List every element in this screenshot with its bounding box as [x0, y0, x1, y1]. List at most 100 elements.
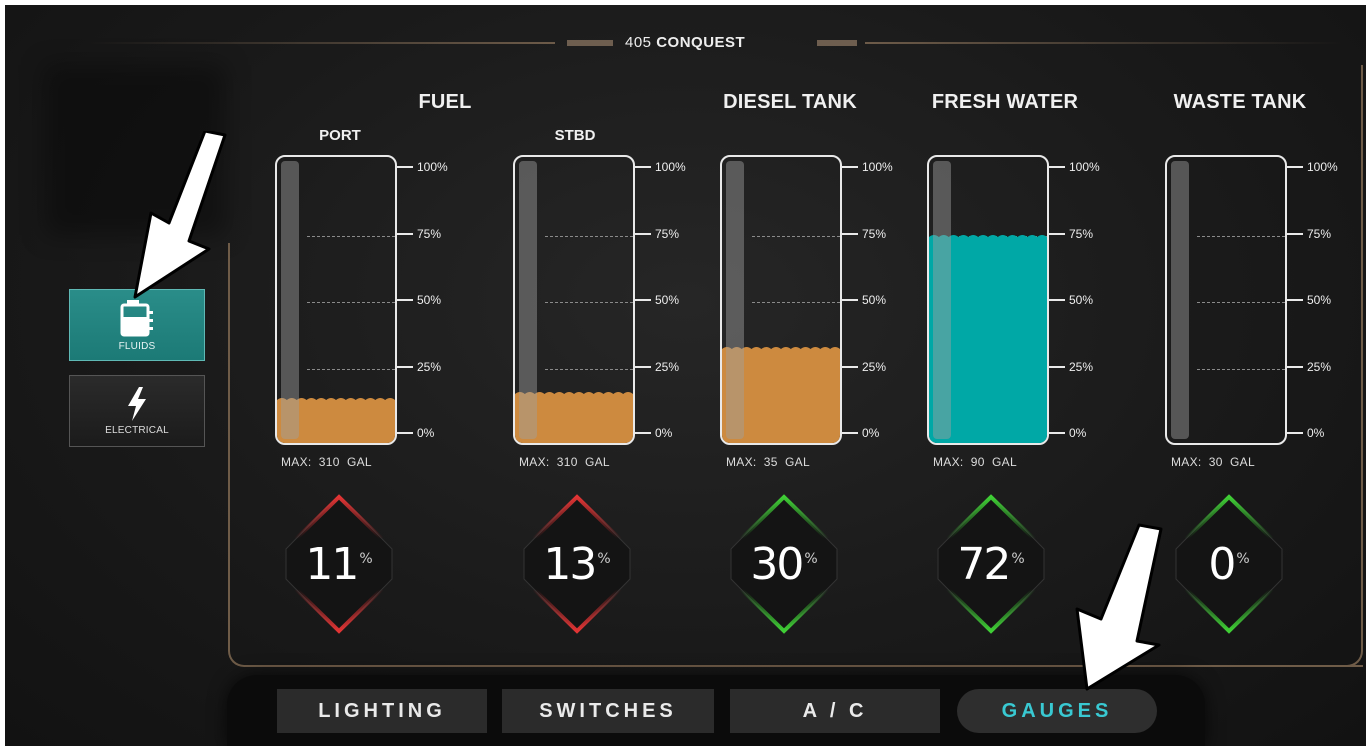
diesel-scale-tick: 25% [840, 360, 886, 374]
port-subheading: PORT [319, 127, 361, 144]
diesel-scale-tick: 0% [840, 426, 879, 440]
diesel-scale-tick: 75% [840, 227, 886, 241]
port-scale-tick: 0% [395, 426, 434, 440]
diesel-scale-label: 100% [862, 160, 893, 174]
diesel-max-capacity: MAX: 35 GAL [726, 455, 810, 469]
diesel-level-gridline [752, 302, 840, 303]
fresh-scale-label: 0% [1069, 426, 1087, 440]
fresh-scale-label: 25% [1069, 359, 1094, 374]
stbd-scale-label: 0% [655, 426, 673, 440]
port-tank-gauge: 100% 75% 50% 25% 0% MAX: 310 GAL [275, 155, 475, 485]
waste-scale-label: 50% [1307, 293, 1332, 307]
stbd-scale-label: 50% [655, 293, 680, 307]
waste-scale-label: 75% [1307, 226, 1332, 241]
stbd-level-readout: 13% [522, 493, 632, 635]
header-bar-left [567, 40, 613, 46]
title-model: CONQUEST [656, 34, 746, 51]
stbd-scale-label: 100% [655, 160, 686, 174]
title-prefix: 405 [625, 34, 652, 51]
fresh-scale-tick: 50% [1047, 293, 1093, 307]
port-scale-label: 75% [417, 226, 442, 241]
level-percent-value: 72% [957, 539, 1025, 590]
tab-gauges[interactable]: GAUGES [957, 689, 1157, 733]
port-level-gridline [307, 368, 395, 370]
gauges-screen: 405 CONQUEST FLUIDS ELECTRICAL FUEL DIES… [5, 5, 1366, 746]
fresh-water-level-readout: 72% [936, 493, 1046, 635]
fresh-scale-tick: 100% [1047, 160, 1100, 174]
stbd-subheading: STBD [554, 127, 596, 144]
fresh-scale-tick: 25% [1047, 360, 1093, 374]
port-max-capacity: MAX: 310 GAL [281, 455, 372, 469]
fresh-water-tank-gauge: 100% 75% 50% 25% 0% MAX: 90 GAL [927, 155, 1127, 485]
tab-switches[interactable]: SWITCHES [502, 689, 714, 733]
header-divider-left [85, 42, 555, 44]
port-scale-tick: 50% [395, 293, 441, 307]
port-scale-label: 25% [417, 359, 442, 374]
waste-max-capacity: MAX: 30 GAL [1171, 455, 1255, 469]
waste-level-gridline [1197, 302, 1285, 303]
waste-tank-gauge: 100% 75% 50% 25% 0% MAX: 30 GAL [1165, 155, 1365, 485]
stbd-scale-label: 75% [655, 226, 680, 241]
stbd-scale: 100% 75% 50% 25% 0% [633, 155, 713, 445]
waste-tank-heading: WASTE TANK [1173, 91, 1307, 113]
waste-scale-tick: 75% [1285, 227, 1331, 241]
fresh-water-heading: FRESH WATER [931, 91, 1079, 113]
port-level-gridline [307, 235, 395, 237]
port-sight-glass [281, 161, 299, 439]
waste-scale-label: 25% [1307, 359, 1332, 374]
side-shadow [45, 65, 225, 235]
stbd-scale-tick: 50% [633, 293, 679, 307]
header-divider-right [865, 42, 1345, 44]
diesel-scale-label: 0% [862, 426, 880, 440]
stbd-tank-gauge: 100% 75% 50% 25% 0% MAX: 310 GAL [513, 155, 713, 485]
stbd-level-gridline [545, 302, 633, 303]
diesel-level-gridline [752, 235, 840, 237]
waste-level-readout: 0% [1174, 493, 1284, 635]
port-level-gridline [307, 302, 395, 303]
stbd-scale-tick: 25% [633, 360, 679, 374]
diesel-sight-glass [726, 161, 744, 439]
fluids-label: FLUIDS [118, 340, 156, 352]
diesel-level-readout: 30% [729, 493, 839, 635]
waste-scale-tick: 50% [1285, 293, 1331, 307]
stbd-tank-body [513, 155, 635, 445]
level-percent-value: 13% [543, 539, 611, 590]
tab-ac[interactable]: A / C [730, 689, 940, 733]
fresh-scale-label: 100% [1069, 160, 1100, 174]
diesel-tank-gauge: 100% 75% 50% 25% 0% MAX: 35 GAL [720, 155, 920, 485]
stbd-scale-tick: 100% [633, 160, 686, 174]
waste-scale-tick: 0% [1285, 426, 1324, 440]
port-scale-label: 50% [417, 293, 442, 307]
diesel-scale-label: 50% [862, 293, 887, 307]
waste-level-gridline [1197, 235, 1285, 237]
fluid-tank-icon [120, 299, 153, 336]
diesel-tank-body [720, 155, 842, 445]
waste-tank-body [1165, 155, 1287, 445]
fresh-scale-tick: 0% [1047, 426, 1086, 440]
diesel-tank-heading: DIESEL TANK [723, 91, 857, 113]
electrical-button[interactable]: ELECTRICAL [69, 375, 205, 447]
fresh-max-capacity: MAX: 90 GAL [933, 455, 1017, 469]
fresh-scale: 100% 75% 50% 25% 0% [1047, 155, 1127, 445]
port-scale-label: 0% [417, 426, 435, 440]
fresh-scale-tick: 75% [1047, 227, 1093, 241]
waste-scale-tick: 100% [1285, 160, 1338, 174]
page-title: 405 CONQUEST [625, 34, 815, 51]
diesel-scale-tick: 100% [840, 160, 893, 174]
fresh-scale-label: 75% [1069, 226, 1094, 241]
stbd-level-gridline [545, 235, 633, 237]
level-percent-value: 30% [750, 539, 818, 590]
waste-scale-label: 0% [1307, 426, 1325, 440]
level-percent-value: 11% [305, 539, 373, 590]
waste-scale: 100% 75% 50% 25% 0% [1285, 155, 1365, 445]
fuel-heading: FUEL [418, 91, 472, 113]
stbd-scale-tick: 75% [633, 227, 679, 241]
waste-level-gridline [1197, 368, 1285, 370]
electrical-label: ELECTRICAL [105, 424, 169, 436]
stbd-level-gridline [545, 368, 633, 370]
waste-scale-label: 100% [1307, 160, 1338, 174]
stbd-scale-tick: 0% [633, 426, 672, 440]
tab-lighting[interactable]: LIGHTING [277, 689, 487, 733]
stbd-sight-glass [519, 161, 537, 439]
fluids-button[interactable]: FLUIDS [69, 289, 205, 361]
